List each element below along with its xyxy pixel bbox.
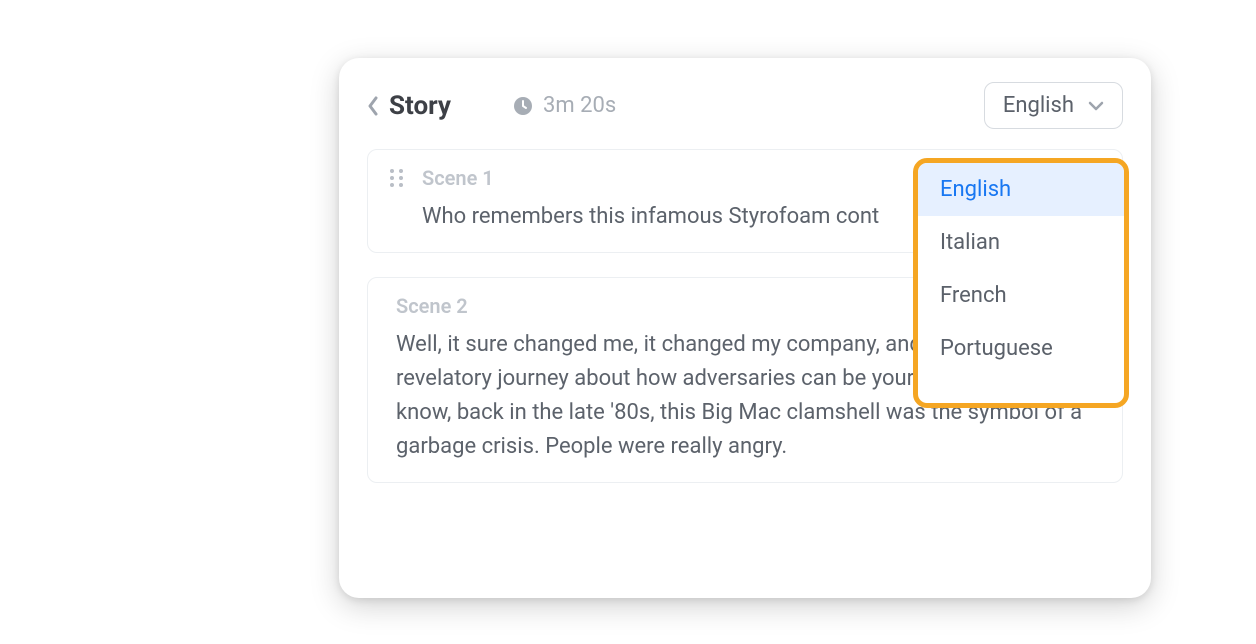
header: Story 3m 20s English xyxy=(367,82,1123,129)
chevron-left-icon xyxy=(367,96,379,116)
duration: 3m 20s xyxy=(513,93,616,118)
back-button[interactable]: Story xyxy=(367,91,451,121)
story-panel: Story 3m 20s English Scene 1 Who reme xyxy=(339,58,1151,598)
clock-icon xyxy=(513,96,533,116)
scene-label: Scene 1 xyxy=(422,166,494,190)
language-dropdown: English Italian French Portuguese xyxy=(913,158,1129,408)
drag-handle-icon[interactable] xyxy=(390,169,408,187)
duration-text: 3m 20s xyxy=(543,93,616,118)
header-left: Story 3m 20s xyxy=(367,91,616,121)
language-option-french[interactable]: French xyxy=(918,269,1124,322)
chevron-down-icon xyxy=(1088,101,1104,111)
language-option-portuguese[interactable]: Portuguese xyxy=(918,322,1124,375)
language-select[interactable]: English xyxy=(984,82,1123,129)
language-option-italian[interactable]: Italian xyxy=(918,216,1124,269)
language-option-english[interactable]: English xyxy=(918,163,1124,216)
language-select-label: English xyxy=(1003,93,1074,118)
page-title: Story xyxy=(389,91,451,121)
